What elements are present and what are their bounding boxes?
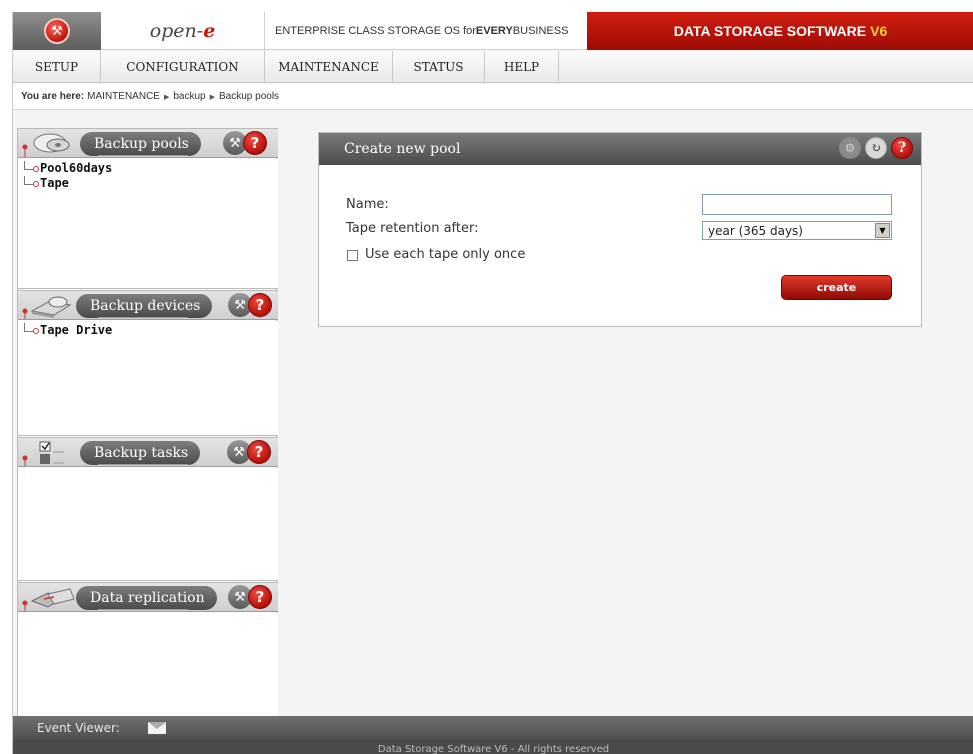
tape-disks-icon: [22, 133, 70, 157]
main-nav: SETUP CONFIGURATION MAINTENANCE STATUS H…: [13, 51, 973, 83]
breadcrumb-item[interactable]: MAINTENANCE: [87, 91, 160, 102]
sidebar-section-title[interactable]: Data replication: [76, 586, 217, 610]
section-tools: ⚒ ?: [227, 440, 273, 466]
breadcrumb-item[interactable]: backup: [173, 91, 205, 102]
sidebar-list-backup-pools: Pool60days Tape: [18, 159, 278, 289]
envelope-icon[interactable]: [147, 722, 166, 734]
sidebar-section-title[interactable]: Backup devices: [76, 294, 213, 318]
nav-maintenance[interactable]: MAINTENANCE: [265, 51, 393, 83]
create-button[interactable]: create: [781, 275, 892, 300]
section-tools: ⚒ ?: [223, 131, 269, 157]
panel-header: Create new pool ⚙ ↻ ?: [319, 133, 921, 165]
name-field[interactable]: [702, 194, 892, 215]
help-icon[interactable]: ?: [891, 137, 913, 159]
divider: [98, 609, 188, 610]
product-name: DATA STORAGE SOFTWARE: [673, 23, 867, 39]
help-icon[interactable]: ?: [248, 293, 272, 317]
section-tools: ⚒ ?: [228, 293, 274, 319]
sidebar-list-data-replication: [18, 613, 278, 718]
chevron-right-icon: ▶: [209, 93, 215, 101]
sidebar-section-backup-devices: Backup devices ⚒ ?: [18, 290, 278, 320]
breadcrumb: You are here: MAINTENANCE ▶ backup ▶ Bac…: [13, 84, 973, 110]
nav-help[interactable]: HELP: [485, 51, 559, 83]
retention-value: year (365 days): [708, 223, 803, 238]
event-viewer-bar: Event Viewer:: [13, 716, 973, 740]
divider: [98, 155, 188, 156]
wrench-badge-icon: ⚒: [44, 18, 70, 44]
dropdown-arrow-icon[interactable]: ▼: [875, 223, 890, 238]
tree-node-icon: [33, 328, 39, 334]
tagline: ENTERPRISE CLASS STORAGE OS for EVERY BU…: [265, 12, 587, 50]
tagline-prefix: ENTERPRISE CLASS STORAGE OS for: [275, 25, 476, 37]
sidebar-section-backup-tasks: Backup tasks ⚒ ?: [18, 437, 278, 467]
retention-label: Tape retention after:: [346, 221, 479, 236]
gear-icon[interactable]: ⚙: [839, 137, 861, 159]
sidebar: Backup pools ⚒ ? Pool60days Tape Backup …: [17, 128, 278, 718]
brand-e: e: [203, 20, 216, 42]
event-viewer-label: Event Viewer:: [37, 721, 120, 735]
replication-icon: [22, 588, 75, 611]
section-tools: ⚒ ?: [228, 585, 274, 611]
name-label: Name:: [346, 197, 389, 212]
sidebar-list-backup-tasks: [18, 468, 278, 581]
tree-item-label: Tape: [40, 176, 69, 190]
brand-logo: open-e: [101, 12, 265, 50]
tagline-suffix: BUSINESS: [512, 25, 569, 37]
checkbox-label: Use each tape only once: [365, 247, 526, 262]
breadcrumb-label: You are here:: [21, 91, 85, 102]
tree-item-label: Pool60days: [40, 161, 113, 175]
tagline-bold: EVERY: [475, 25, 513, 37]
product-version: V6: [870, 23, 888, 39]
app-frame: ⚒ open-e ENTERPRISE CLASS STORAGE OS for…: [12, 12, 973, 754]
tree-node-icon: [33, 181, 39, 187]
logo[interactable]: ⚒: [13, 12, 101, 50]
sidebar-section-data-replication: Data replication ⚒ ?: [18, 582, 278, 612]
divider: [98, 464, 188, 465]
copyright: Data Storage Software V6 - All rights re…: [13, 740, 973, 754]
sidebar-list-backup-devices: Tape Drive: [18, 321, 278, 436]
brand-text: open-: [149, 20, 204, 42]
sidebar-section-title[interactable]: Backup pools: [80, 132, 201, 156]
tree-item-tape-drive[interactable]: Tape Drive: [18, 323, 278, 338]
help-icon[interactable]: ?: [248, 585, 272, 609]
retention-select[interactable]: year (365 days) ▼: [702, 221, 892, 240]
task-checklist-icon: [22, 441, 64, 466]
sidebar-section-backup-pools: Backup pools ⚒ ?: [18, 128, 278, 158]
tree-node-icon: [33, 166, 39, 172]
tree-item-tape[interactable]: Tape: [18, 176, 278, 191]
refresh-icon[interactable]: ↻: [865, 137, 887, 159]
top-header: ⚒ open-e ENTERPRISE CLASS STORAGE OS for…: [13, 12, 973, 50]
tree-item-pool60days[interactable]: Pool60days: [18, 161, 278, 176]
breadcrumb-item: Backup pools: [219, 91, 280, 102]
help-icon[interactable]: ?: [247, 440, 271, 464]
divider: [98, 317, 188, 318]
sidebar-section-title[interactable]: Backup tasks: [80, 441, 201, 465]
use-tape-once-checkbox[interactable]: [347, 250, 358, 261]
nav-status[interactable]: STATUS: [393, 51, 485, 83]
nav-configuration[interactable]: CONFIGURATION: [101, 51, 265, 83]
product-banner: DATA STORAGE SOFTWARE V6: [587, 12, 973, 50]
tree-item-label: Tape Drive: [40, 323, 113, 337]
panel-title: Create new pool: [344, 141, 461, 157]
nav-setup[interactable]: SETUP: [13, 51, 101, 83]
chevron-right-icon: ▶: [163, 93, 170, 101]
create-pool-panel: Create new pool ⚙ ↻ ? Name: Tape retenti…: [318, 132, 922, 327]
tape-drive-icon: [22, 296, 72, 319]
help-icon[interactable]: ?: [243, 131, 267, 155]
